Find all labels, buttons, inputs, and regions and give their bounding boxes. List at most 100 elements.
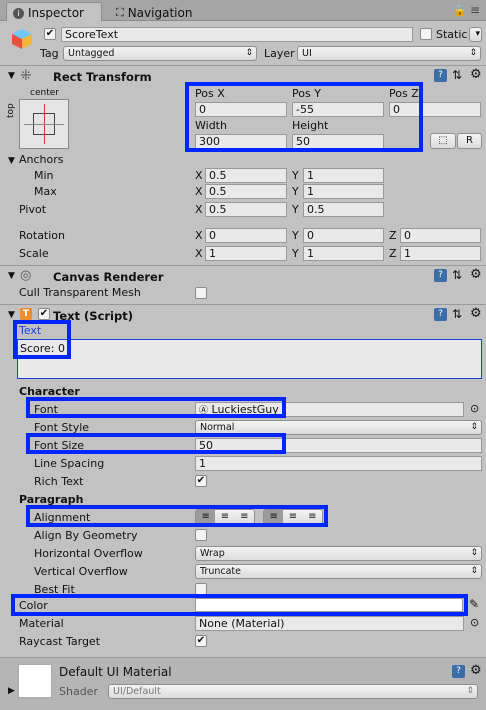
min-y-input[interactable]: 1 [303, 168, 384, 183]
foldout-arrow-icon[interactable]: ▼ [8, 271, 15, 281]
eyedropper-icon[interactable]: ✎ [469, 597, 479, 611]
foldout-arrow-icon[interactable]: ▼ [8, 71, 15, 81]
help-icon[interactable]: ? [434, 69, 447, 82]
rotation-y-label: Y [292, 229, 299, 242]
scale-x-label: X [195, 247, 203, 260]
rect-transform-title: Rect Transform [53, 70, 152, 84]
object-picker-icon[interactable]: ⊙ [470, 402, 479, 415]
cull-transparent-mesh-label: Cull Transparent Mesh [19, 286, 141, 299]
cull-transparent-mesh-checkbox[interactable] [195, 287, 207, 299]
text-enabled-checkbox[interactable]: ✔ [38, 308, 50, 320]
rotation-x-label: X [195, 229, 203, 242]
pivot-y-input[interactable]: 0.5 [303, 202, 384, 217]
rotation-y-input[interactable]: 0 [303, 228, 384, 243]
gear-icon[interactable]: ⚙ [470, 663, 482, 678]
max-x-input[interactable]: 0.5 [205, 184, 287, 199]
align-by-geometry-checkbox[interactable] [195, 529, 207, 541]
shader-dropdown[interactable]: UI/Default ⇕ [108, 684, 478, 699]
scale-y-label: Y [292, 247, 299, 260]
material-label: Material [19, 617, 64, 630]
material-preview [18, 664, 52, 698]
navigation-icon: ⛶ [116, 5, 124, 19]
vertical-overflow-dropdown[interactable]: Truncate ⇕ [195, 564, 482, 579]
tag-dropdown[interactable]: Untagged ⇕ [63, 46, 257, 61]
preset-icon[interactable]: ⇅ [452, 307, 462, 321]
help-icon[interactable]: ? [434, 308, 447, 321]
scale-y-input[interactable]: 1 [303, 246, 384, 261]
rotation-x-input[interactable]: 0 [205, 228, 287, 243]
tab-navigation-label: Navigation [127, 5, 193, 20]
horizontal-overflow-label: Horizontal Overflow [34, 547, 143, 560]
static-label: Static [436, 28, 468, 41]
gear-icon[interactable]: ⚙ [470, 306, 482, 321]
foldout-arrow-icon[interactable]: ▶ [8, 686, 15, 696]
scale-z-label: Z [389, 247, 397, 260]
line-spacing-label: Line Spacing [34, 457, 105, 470]
static-dropdown[interactable]: ▾ [469, 27, 482, 42]
vertical-overflow-label: Vertical Overflow [34, 565, 128, 578]
object-name-input[interactable]: ScoreText [61, 27, 413, 42]
active-checkbox[interactable]: ✔ [44, 28, 56, 40]
max-y-input[interactable]: 1 [303, 184, 384, 199]
blueprint-mode-button[interactable]: ⬚ [430, 133, 456, 149]
scale-x-input[interactable]: 1 [205, 246, 287, 261]
gear-icon[interactable]: ⚙ [470, 67, 482, 82]
text-content-input[interactable]: Score: 0 [17, 339, 482, 379]
scale-z-input[interactable]: 1 [400, 246, 481, 261]
highlight-box-font [26, 397, 286, 418]
menu-icon[interactable]: ≡ [470, 3, 480, 17]
horizontal-overflow-dropdown[interactable]: Wrap ⇕ [195, 546, 482, 561]
pivot-y-label: Y [292, 203, 299, 216]
tag-value: Untagged [68, 48, 115, 59]
max-label: Max [34, 185, 57, 198]
vertical-overflow-value: Truncate [200, 566, 241, 577]
layer-value: UI [302, 48, 312, 59]
align-by-geometry-label: Align By Geometry [34, 529, 138, 542]
highlight-box-font-size [26, 433, 286, 454]
min-x-label: X [195, 169, 203, 182]
line-spacing-input[interactable]: 1 [195, 456, 482, 471]
scale-label: Scale [19, 247, 49, 260]
anchor-preset-side-label: top [6, 103, 16, 118]
min-y-label: Y [292, 169, 299, 182]
divider [0, 304, 486, 305]
rotation-z-input[interactable]: 0 [400, 228, 481, 243]
material-field[interactable]: None (Material) [195, 616, 464, 631]
tab-inspector-label: Inspector [28, 6, 84, 20]
info-icon: i [13, 7, 24, 19]
tag-label: Tag [40, 47, 59, 60]
text-component-icon: T [20, 308, 32, 320]
min-x-input[interactable]: 0.5 [205, 168, 287, 183]
layer-dropdown[interactable]: UI ⇕ [297, 46, 481, 61]
font-style-value: Normal [200, 422, 235, 433]
gameobject-icon [10, 27, 34, 51]
tab-inspector[interactable]: i Inspector [6, 2, 102, 21]
horizontal-overflow-value: Wrap [200, 548, 225, 559]
preset-icon[interactable]: ⇅ [452, 68, 462, 82]
static-checkbox[interactable] [420, 28, 432, 40]
help-icon[interactable]: ? [452, 665, 465, 678]
gear-icon[interactable]: ⚙ [470, 267, 482, 282]
highlight-box-position [185, 82, 423, 152]
raycast-target-checkbox[interactable]: ✔ [195, 635, 207, 647]
raw-edit-button[interactable]: R [457, 133, 482, 149]
rotation-z-label: Z [389, 229, 397, 242]
layer-label: Layer [264, 47, 295, 60]
rect-transform-icon: ⁜ [20, 68, 32, 84]
preset-icon[interactable]: ⇅ [452, 268, 462, 282]
highlight-box-color [11, 594, 468, 616]
anchors-label: Anchors [19, 153, 64, 166]
anchors-foldout-icon[interactable]: ▼ [8, 156, 15, 166]
shader-label: Shader [59, 685, 98, 698]
pivot-x-input[interactable]: 0.5 [205, 202, 287, 217]
rotation-label: Rotation [19, 229, 66, 242]
tab-navigation[interactable]: ⛶ Navigation [110, 2, 220, 21]
help-icon[interactable]: ? [434, 269, 447, 282]
foldout-arrow-icon[interactable]: ▼ [8, 310, 15, 320]
rich-text-checkbox[interactable]: ✔ [195, 475, 207, 487]
anchor-preset-button[interactable] [19, 99, 69, 149]
lock-icon[interactable]: 🔒 [453, 4, 467, 17]
material-footer: ▶ Default UI Material ? ⚙ Shader UI/Defa… [0, 657, 486, 710]
object-picker-icon[interactable]: ⊙ [470, 616, 479, 629]
highlight-box-text [13, 320, 71, 359]
